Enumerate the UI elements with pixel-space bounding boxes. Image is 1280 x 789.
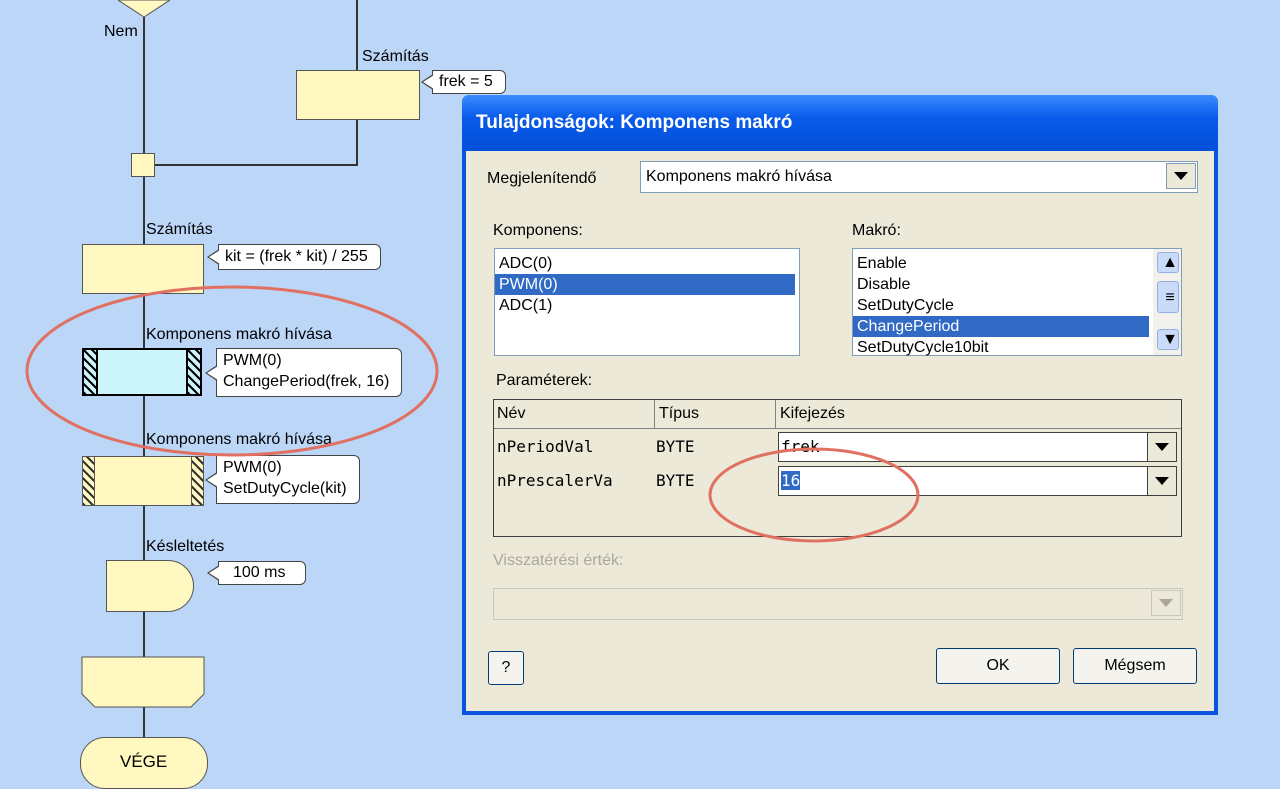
calc1-note: frek = 5 <box>421 70 506 94</box>
calc1-note-text: frek = 5 <box>439 73 493 90</box>
header-divider-2 <box>775 400 776 428</box>
component-item[interactable]: ADC(1) <box>495 295 795 316</box>
component-label: Komponens: <box>493 222 583 239</box>
no-branch-label: Nem <box>104 23 138 40</box>
delay-note: 100 ms <box>206 561 307 585</box>
macro2-block[interactable] <box>82 456 204 506</box>
calc2-note: kit = (frek * kit) / 255 <box>207 244 381 270</box>
delay-block[interactable] <box>106 560 194 612</box>
return-combobox <box>493 588 1183 620</box>
dialog-title: Tulajdonságok: Komponens makró <box>476 112 793 133</box>
macro-item[interactable]: ChangePeriod <box>853 316 1149 337</box>
return-dropdown-button <box>1151 590 1181 616</box>
dialog-titlebar[interactable]: Tulajdonságok: Komponens makró <box>462 95 1218 151</box>
component-list[interactable]: ADC(0) PWM(0) ADC(1) <box>494 248 800 356</box>
annotation-ellipse-value <box>708 447 920 543</box>
delay-title: Késleltetés <box>146 538 225 555</box>
macro-item[interactable]: SetDutyCycle10bit <box>853 337 1149 358</box>
macro2-note: PWM(0) SetDutyCycle(kit) <box>205 455 360 504</box>
macro2-note-line1: PWM(0) <box>223 459 282 476</box>
macro-label: Makró: <box>852 222 901 239</box>
display-label: Megjelenítendő <box>487 170 597 187</box>
scroll-thumb[interactable]: ≡ <box>1157 281 1179 313</box>
macro2-note-line2: SetDutyCycle(kit) <box>223 480 347 497</box>
display-dropdown-button[interactable] <box>1166 163 1196 189</box>
header-divider-1 <box>654 400 655 428</box>
scroll-down-button[interactable]: ▼ <box>1157 329 1179 350</box>
macro-item[interactable]: Enable <box>853 253 1149 274</box>
param2-type: BYTE <box>656 471 695 490</box>
cancel-button[interactable]: Mégsem <box>1073 648 1197 684</box>
loop-end-shape[interactable] <box>81 656 205 708</box>
scroll-up-button[interactable]: ▲ <box>1157 252 1179 273</box>
dialog-body: Megjelenítendő Komponens makró hívása Ko… <box>466 151 1214 711</box>
calc2-note-text: kit = (frek * kit) / 255 <box>225 248 368 265</box>
junction-node[interactable] <box>131 153 155 177</box>
delay-note-text: 100 ms <box>233 564 286 581</box>
annotation-ellipse-macro <box>25 285 439 457</box>
calc2-title: Számítás <box>146 221 213 238</box>
display-value: Komponens makró hívása <box>646 168 832 185</box>
end-label: VÉGE <box>120 752 168 771</box>
macro2-right-stripe <box>191 457 203 505</box>
component-item[interactable]: ADC(0) <box>495 253 795 274</box>
macro2-left-stripe <box>83 457 95 505</box>
header-type: Típus <box>659 405 700 422</box>
ok-button[interactable]: OK <box>936 648 1060 684</box>
param1-name: nPeriodVal <box>497 437 594 456</box>
properties-dialog: Tulajdonságok: Komponens makró Megjelení… <box>462 95 1218 715</box>
param1-dropdown-button[interactable] <box>1147 432 1177 462</box>
macro-item[interactable]: SetDutyCycle <box>853 295 1149 316</box>
help-button[interactable]: ? <box>488 651 524 685</box>
return-label: Visszatérési érték: <box>493 552 624 569</box>
macro-item[interactable]: Disable <box>853 274 1149 295</box>
header-expr: Kifejezés <box>780 405 845 422</box>
calc1-block[interactable] <box>296 70 420 120</box>
calc1-title: Számítás <box>362 48 429 65</box>
decision-shape[interactable] <box>118 0 170 18</box>
header-name: Név <box>497 405 526 422</box>
param1-type: BYTE <box>656 437 695 456</box>
macro-list[interactable]: Enable Disable SetDutyCycle ChangePeriod Set… <box>852 248 1182 356</box>
component-item[interactable]: PWM(0) <box>495 274 795 295</box>
display-combobox[interactable]: Komponens makró hívása <box>640 161 1198 193</box>
params-label: Paraméterek: <box>496 372 593 389</box>
param2-dropdown-button[interactable] <box>1147 466 1177 496</box>
param2-name: nPrescalerVa <box>497 471 613 490</box>
branch-line-horizontal <box>155 164 358 166</box>
